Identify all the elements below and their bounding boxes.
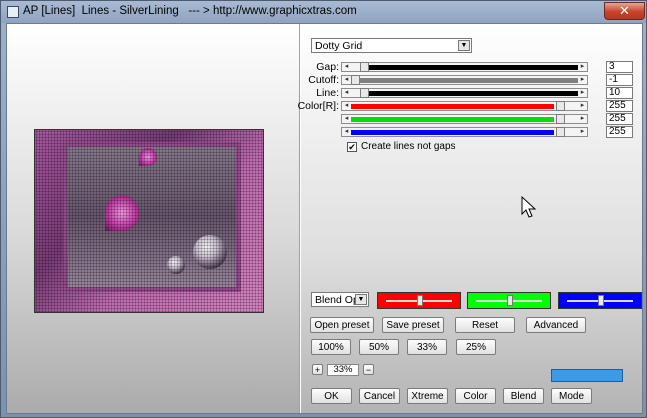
arrow-left-icon[interactable]: ◂ <box>342 102 351 110</box>
blend-select[interactable]: Blend Opti ▼ <box>311 292 369 307</box>
slider-fill <box>351 104 554 109</box>
slider-value-field[interactable]: -1 <box>606 74 633 86</box>
slider-thumb[interactable] <box>556 114 565 124</box>
xtreme-button[interactable]: Xtreme <box>407 388 448 404</box>
zoom-out-button[interactable]: − <box>363 364 374 375</box>
mode-button[interactable]: Mode <box>551 388 592 404</box>
slider-label: Color[R]: <box>297 100 339 112</box>
slider-track[interactable]: ◂ ▸ <box>341 114 588 124</box>
color-box-thumb[interactable] <box>598 295 604 306</box>
mouse-pointer-icon <box>521 196 537 218</box>
arrow-right-icon[interactable]: ▸ <box>578 115 587 123</box>
slider-fill <box>351 117 554 122</box>
blend-button[interactable]: Blend <box>503 388 544 404</box>
open-preset-button[interactable]: Open preset <box>310 317 374 333</box>
preview-flower-art <box>105 195 139 231</box>
advanced-button[interactable]: Advanced <box>526 317 586 333</box>
arrow-left-icon[interactable]: ◂ <box>342 128 351 136</box>
arrow-left-icon[interactable]: ◂ <box>342 63 351 71</box>
slider-fill <box>351 130 554 135</box>
color-box[interactable] <box>558 292 642 309</box>
zoom-100-button[interactable]: 100% <box>311 339 351 355</box>
preview-image[interactable] <box>34 129 264 313</box>
preview-sphere-art <box>193 235 227 269</box>
slider-thumb[interactable] <box>351 75 360 85</box>
color-swatch[interactable] <box>551 369 623 382</box>
slider-track[interactable]: ◂ ▸ <box>341 127 588 137</box>
slider-value-field[interactable]: 3 <box>606 61 633 73</box>
check-mark-icon: ✔ <box>348 142 356 152</box>
save-preset-button[interactable]: Save preset <box>382 317 444 333</box>
slider-track[interactable]: ◂ ▸ <box>341 62 588 72</box>
slider-label: Line: <box>316 87 339 99</box>
arrow-right-icon[interactable]: ▸ <box>578 76 587 84</box>
chevron-down-icon: ▼ <box>458 40 470 51</box>
zoom-in-button[interactable]: + <box>312 364 323 375</box>
arrow-right-icon[interactable]: ▸ <box>578 89 587 97</box>
slider-value-field[interactable]: 255 <box>606 100 633 112</box>
zoom-50-button[interactable]: 50% <box>359 339 399 355</box>
slider-thumb[interactable] <box>556 127 565 137</box>
preview-flower-art <box>139 148 157 166</box>
color-box[interactable] <box>377 292 461 309</box>
close-button[interactable]: ✕ <box>604 2 645 20</box>
preview-frame-art <box>63 142 241 292</box>
color-box-thumb[interactable] <box>417 295 423 306</box>
slider-label: Cutoff: <box>308 74 339 86</box>
arrow-left-icon[interactable]: ◂ <box>342 89 351 97</box>
reset-button[interactable]: Reset <box>455 317 515 333</box>
preview-panel <box>7 24 299 413</box>
color-box-thumb[interactable] <box>507 295 513 306</box>
color-box[interactable] <box>467 292 551 309</box>
slider-track[interactable]: ◂ ▸ <box>341 75 588 85</box>
effect-select-value: Dotty Grid <box>315 40 363 52</box>
slider-thumb[interactable] <box>360 62 369 72</box>
slider-track[interactable]: ◂ ▸ <box>341 88 588 98</box>
create-lines-label: Create lines not gaps <box>361 141 456 152</box>
slider-value-field[interactable]: 10 <box>606 87 633 99</box>
slider-fill <box>369 65 578 70</box>
arrow-left-icon[interactable]: ◂ <box>342 76 351 84</box>
window-title: AP [Lines] Lines - SilverLining --- > ht… <box>23 5 357 17</box>
zoom-33-button[interactable]: 33% <box>407 339 447 355</box>
effect-select[interactable]: Dotty Grid ▼ <box>311 38 472 53</box>
controls-panel: Dotty Grid ▼ Gap: ◂ ▸ 3 Cutoff: ◂ ▸ -1 Line: ◂ ▸ 10… <box>298 24 642 413</box>
create-lines-checkbox[interactable]: ✔ <box>347 142 357 152</box>
slider-fill <box>360 78 578 83</box>
zoom-25-button[interactable]: 25% <box>456 339 496 355</box>
slider-thumb[interactable] <box>556 101 565 111</box>
zoom-value: 33% <box>327 364 359 376</box>
title-bar[interactable]: AP [Lines] Lines - SilverLining --- > ht… <box>1 1 646 23</box>
arrow-right-icon[interactable]: ▸ <box>578 63 587 71</box>
slider-thumb[interactable] <box>360 88 369 98</box>
slider-value-field[interactable]: 255 <box>606 126 633 138</box>
cancel-button[interactable]: Cancel <box>359 388 400 404</box>
arrow-right-icon[interactable]: ▸ <box>578 128 587 136</box>
slider-label: Gap: <box>316 61 339 73</box>
slider-value-field[interactable]: 255 <box>606 113 633 125</box>
chevron-down-icon: ▼ <box>355 294 367 305</box>
slider-fill <box>369 91 578 96</box>
preview-sphere-art <box>167 256 185 274</box>
slider-track[interactable]: ◂ ▸ <box>341 101 588 111</box>
color-button[interactable]: Color <box>455 388 496 404</box>
dialog-client: Dotty Grid ▼ Gap: ◂ ▸ 3 Cutoff: ◂ ▸ -1 Line: ◂ ▸ 10… <box>6 23 643 414</box>
arrow-left-icon[interactable]: ◂ <box>342 115 351 123</box>
app-icon <box>7 6 19 18</box>
arrow-right-icon[interactable]: ▸ <box>578 102 587 110</box>
ok-button[interactable]: OK <box>311 388 352 404</box>
plugin-window: AP [Lines] Lines - SilverLining --- > ht… <box>0 0 647 418</box>
